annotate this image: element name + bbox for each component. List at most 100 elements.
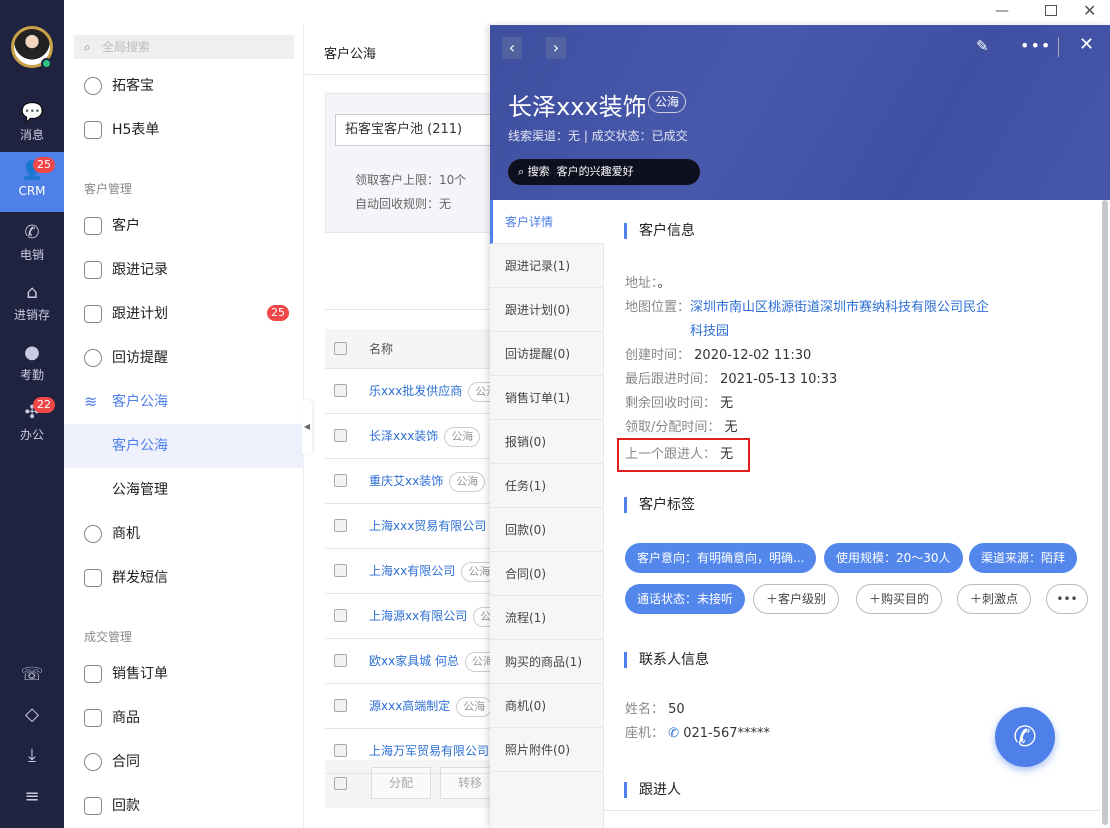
box-icon <box>84 709 102 727</box>
map-location-link[interactable]: 深圳市南山区桃源街道深圳市赛纳科技有限公司民企 科技园 <box>690 296 990 344</box>
row-checkbox[interactable] <box>334 429 347 442</box>
customer-link[interactable]: 上海xxx贸易有限公司 <box>369 517 486 534</box>
download-icon[interactable]: ⤓ <box>20 745 44 769</box>
rail-item-office[interactable]: ✣ 办公 22 <box>0 394 64 454</box>
table-row[interactable]: 欧xx家具城 何总 公海 <box>325 639 490 684</box>
nav-item-sales-order[interactable]: 销售订单 <box>64 654 304 694</box>
row-checkbox[interactable] <box>334 519 347 532</box>
tag-chip[interactable]: 通话状态：未接听 <box>625 584 746 614</box>
rail-item-messages[interactable]: 💬 消息 <box>0 94 64 154</box>
customer-link[interactable]: 重庆艾xx装饰 公海 <box>369 472 486 492</box>
detail-tab[interactable]: 流程(1) <box>490 596 604 640</box>
pool-tag: 公海 <box>461 562 490 582</box>
chat-icon: 💬 <box>21 102 44 123</box>
more-icon[interactable]: ••• <box>1020 36 1051 55</box>
nav-item-customer[interactable]: 客户 <box>64 206 304 246</box>
nav-item-opportunity[interactable]: 商机 <box>64 514 304 554</box>
global-search-input[interactable]: ⌕ 全局搜索 <box>74 35 294 59</box>
row-checkbox[interactable] <box>334 564 347 577</box>
dial-pad-button[interactable]: ✆ <box>995 707 1055 767</box>
follow-plan-badge: 25 <box>267 305 289 321</box>
row-checkbox[interactable] <box>334 384 347 397</box>
detail-tab[interactable]: 照片附件(0) <box>490 728 604 772</box>
table-row[interactable]: 上海万军贸易有限公司 <box>325 729 490 774</box>
nav-item-sms[interactable]: 群发短信 <box>64 558 304 598</box>
diamond-icon[interactable]: ◇ <box>20 704 44 728</box>
close-icon[interactable]: ✕ <box>1079 34 1094 55</box>
scrollbar[interactable] <box>1102 200 1108 825</box>
nav-item-public-pool[interactable]: ≋ 客户公海 <box>64 382 304 422</box>
customer-name: 上海xxx贸易有限公司 <box>369 519 487 533</box>
rail-label: 考勤 <box>19 368 44 382</box>
nav-label: H5表单 <box>112 122 160 138</box>
detail-tab[interactable]: 购买的商品(1) <box>490 640 604 684</box>
collapse-handle[interactable]: ◀ <box>302 400 312 454</box>
nav-subitem-public-pool[interactable]: 客户公海 <box>64 424 304 468</box>
detail-tab[interactable]: 任务(1) <box>490 464 604 508</box>
customer-link[interactable]: 源xxx高端制定 公海 <box>369 697 490 717</box>
pool-tag: 公海 <box>444 427 481 447</box>
table-row[interactable]: 源xxx高端制定 公海 <box>325 684 490 729</box>
detail-tab[interactable]: 合同(0) <box>490 552 604 596</box>
customer-link[interactable]: 上海源xx有限公司公海 <box>369 607 490 627</box>
nav-item-product[interactable]: 商品 <box>64 698 304 738</box>
interest-search-button[interactable]: ⌕ 搜索 客户的兴趣爱好 <box>508 159 700 185</box>
row-checkbox[interactable] <box>334 474 347 487</box>
divider <box>1058 37 1059 57</box>
close-window-icon[interactable]: ✕ <box>1083 1 1096 20</box>
detail-tab[interactable]: 跟进记录(1) <box>490 244 604 288</box>
nav-item-h5-form[interactable]: H5表单 <box>64 110 304 150</box>
tag-chip[interactable]: 客户意向：有明确意向，明确... <box>625 543 817 573</box>
customer-link[interactable]: 欧xx家具城 何总 公海 <box>369 652 490 672</box>
menu-icon[interactable]: ≡ <box>20 786 44 810</box>
h5-icon <box>84 121 102 139</box>
detail-tab[interactable]: 回访提醒(0) <box>490 332 604 376</box>
add-tag-purchase-purpose[interactable]: ＋购买目的 <box>856 584 943 614</box>
customer-link[interactable]: 上海xx有限公司 公海 <box>369 562 490 582</box>
rail-item-attendance[interactable]: ● 考勤 <box>0 334 64 394</box>
prev-icon[interactable]: ‹ <box>502 37 522 59</box>
landline-value[interactable]: 021-567***** <box>683 726 770 741</box>
rail-item-telesales[interactable]: ✆ 电销 <box>0 214 64 274</box>
table-row[interactable]: 重庆艾xx装饰 公海 <box>325 459 490 504</box>
nav-item-contract[interactable]: 合同 <box>64 742 304 782</box>
detail-tab[interactable]: 跟进计划(0) <box>490 288 604 332</box>
add-tag-customer-level[interactable]: ＋客户级别 <box>753 584 840 614</box>
rail-item-crm[interactable]: 👤 CRM 25 <box>0 152 64 212</box>
minimize-icon[interactable]: — <box>995 3 1009 19</box>
tag-chip[interactable]: 渠道来源：陌拜 <box>969 543 1078 573</box>
table-row[interactable]: 长泽xxx装饰 公海 <box>325 414 490 459</box>
table-row[interactable]: 乐xxx批发供应商公海 <box>325 369 490 414</box>
add-tag-stimulus[interactable]: ＋刺激点 <box>957 584 1032 614</box>
detail-tab[interactable]: 销售订单(1) <box>490 376 604 420</box>
edit-icon[interactable]: ✎ <box>976 37 989 55</box>
row-checkbox[interactable] <box>334 744 347 757</box>
row-checkbox[interactable] <box>334 699 347 712</box>
nav-subitem-pool-management[interactable]: 公海管理 <box>64 470 304 510</box>
nav-item-follow-plan[interactable]: 跟进计划 25 <box>64 294 304 334</box>
row-checkbox[interactable] <box>334 654 347 667</box>
more-tags-icon[interactable]: ••• <box>1046 584 1088 614</box>
nav-item-tuokebao[interactable]: 拓客宝 <box>64 66 304 106</box>
waves-icon: ≋ <box>84 392 98 411</box>
rail-item-inventory[interactable]: ⌂ 进销存 <box>0 274 64 334</box>
nav-item-payment[interactable]: 回款 <box>64 786 304 826</box>
next-icon[interactable]: › <box>546 37 566 59</box>
row-checkbox[interactable] <box>334 609 347 622</box>
phone-settings-icon[interactable]: ☏ <box>20 664 44 688</box>
table-row[interactable]: 上海源xx有限公司公海 <box>325 594 490 639</box>
customer-link[interactable]: 长泽xxx装饰 公海 <box>369 427 481 447</box>
maximize-icon[interactable] <box>1045 5 1057 16</box>
nav-item-follow-records[interactable]: 跟进记录 <box>64 250 304 290</box>
nav-item-revisit[interactable]: 回访提醒 <box>64 338 304 378</box>
table-row[interactable]: 上海xxx贸易有限公司 <box>325 504 490 549</box>
table-row[interactable]: 上海xx有限公司 公海 <box>325 549 490 594</box>
detail-tab[interactable]: 商机(0) <box>490 684 604 728</box>
phone-icon[interactable]: ✆ <box>668 726 679 741</box>
detail-tab[interactable]: 客户详情 <box>490 200 604 244</box>
customer-link[interactable]: 上海万军贸易有限公司 <box>369 742 489 759</box>
tag-chip[interactable]: 使用规模：20～30人 <box>824 543 963 573</box>
detail-tab[interactable]: 回款(0) <box>490 508 604 552</box>
detail-tab[interactable]: 报销(0) <box>490 420 604 464</box>
customer-link[interactable]: 乐xxx批发供应商公海 <box>369 382 490 402</box>
